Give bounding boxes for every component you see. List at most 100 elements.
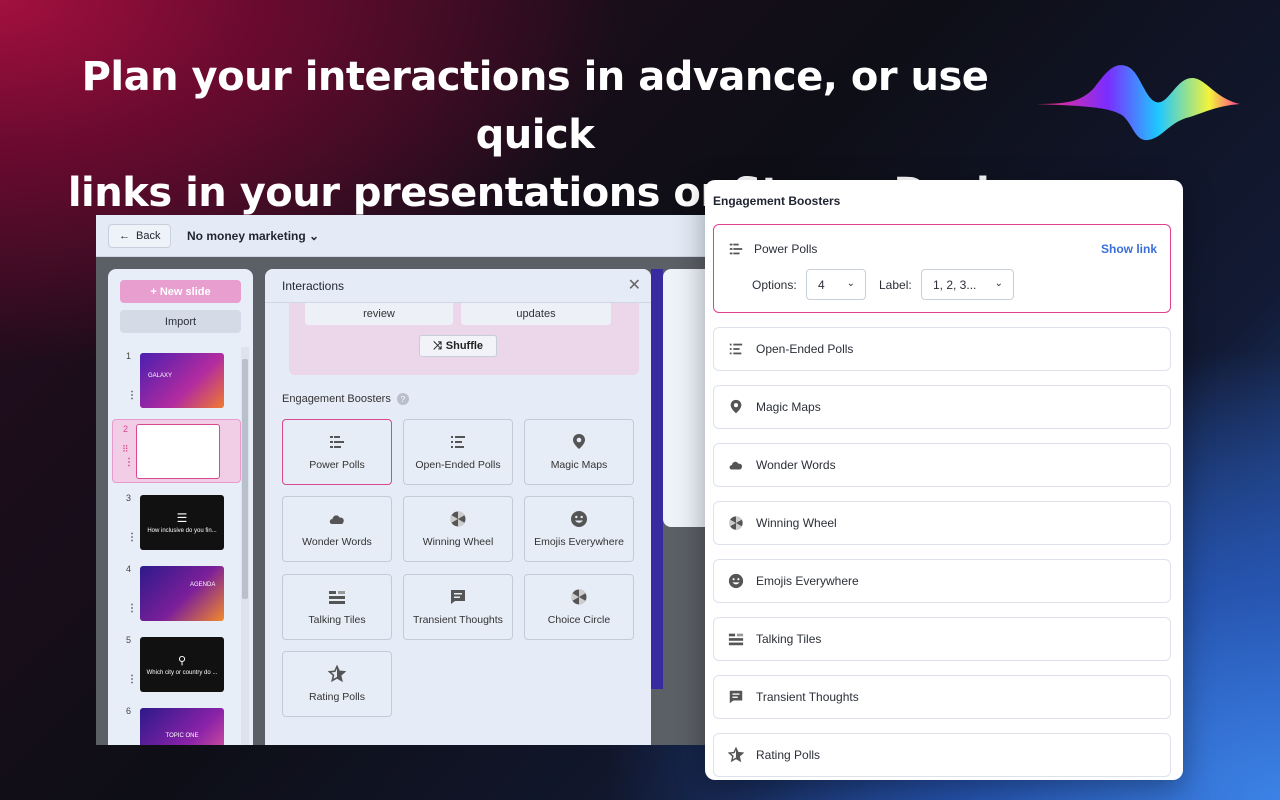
more-vert-icon[interactable]: ⋮ xyxy=(127,391,137,401)
wheel-icon xyxy=(450,511,466,527)
row-power-polls-expanded[interactable]: Power Polls Show link Options: 4 ⌄ Label… xyxy=(713,224,1171,313)
wave-logo-icon xyxy=(1036,65,1240,141)
chevron-down-icon: ⌄ xyxy=(994,278,1003,289)
chevron-down-icon: ⌄ xyxy=(309,229,320,243)
slide-thumbnail[interactable]: TOPIC ONE xyxy=(140,708,224,745)
import-button[interactable]: Import xyxy=(120,310,241,333)
tiles-icon xyxy=(728,633,744,646)
slide-thumbnail[interactable] xyxy=(136,424,220,479)
slide-number: 4 xyxy=(126,564,132,574)
tile-open-ended-polls[interactable]: Open-Ended Polls xyxy=(403,419,513,485)
tile-winning-wheel[interactable]: Winning Wheel xyxy=(403,496,513,562)
slide-thumb-row[interactable]: 3 ☰ How inclusive do you fin... ⋮ xyxy=(108,493,241,553)
tile-label: Wonder Words xyxy=(302,536,372,548)
row-header: Power Polls xyxy=(728,241,817,257)
new-slide-button[interactable]: + New slide xyxy=(120,280,241,303)
slide-thumb-row[interactable]: 5 ⚲ Which city or country do ... ⋮ xyxy=(108,635,241,695)
slide-thumb-row[interactable]: 1 GALAXY ⋮ xyxy=(108,351,241,411)
row-magic-maps[interactable]: Magic Maps xyxy=(713,385,1171,429)
more-vert-icon[interactable]: ⋮ xyxy=(127,675,137,685)
suggestion-chip[interactable]: updates xyxy=(461,303,611,325)
label-select[interactable]: 1, 2, 3... ⌄ xyxy=(921,269,1014,300)
tile-talking-tiles[interactable]: Talking Tiles xyxy=(282,574,392,640)
tile-emojis-everywhere[interactable]: Emojis Everywhere xyxy=(524,496,634,562)
slide-thumbnail[interactable]: ⚲ Which city or country do ... xyxy=(140,637,224,692)
shuffle-button[interactable]: ⤨ Shuffle xyxy=(419,335,497,357)
app-topbar: ← Back No money marketing ⌄ xyxy=(96,215,716,257)
chat-icon xyxy=(451,590,465,604)
tile-label: Talking Tiles xyxy=(308,614,366,626)
row-emojis-everywhere[interactable]: Emojis Everywhere xyxy=(713,559,1171,603)
tile-label: Power Polls xyxy=(309,459,365,471)
tile-wonder-words[interactable]: Wonder Words xyxy=(282,496,392,562)
star-icon xyxy=(728,747,744,763)
row-talking-tiles[interactable]: Talking Tiles xyxy=(713,617,1171,661)
row-transient-thoughts[interactable]: Transient Thoughts xyxy=(713,675,1171,719)
slide-strip-scrollbar[interactable] xyxy=(241,347,249,745)
back-button[interactable]: ← Back xyxy=(108,224,172,248)
arrow-left-icon: ← xyxy=(119,230,130,242)
map-pin-icon: ⚲ xyxy=(177,654,187,667)
options-value: 4 xyxy=(818,277,825,292)
row-label: Power Polls xyxy=(754,242,818,256)
map-pin-icon xyxy=(573,434,585,449)
suggestion-chip[interactable]: review xyxy=(305,303,453,325)
tile-label: Open-Ended Polls xyxy=(415,459,501,471)
more-vert-icon[interactable]: ⋮ xyxy=(127,604,137,614)
slide-thumb-row[interactable]: 6 TOPIC ONE xyxy=(108,706,241,745)
tile-power-polls[interactable]: Power Polls xyxy=(282,419,392,485)
row-label: Magic Maps xyxy=(756,400,821,414)
close-icon[interactable]: ✕ xyxy=(628,275,641,295)
row-label: Emojis Everywhere xyxy=(756,574,859,588)
panel-title: Engagement Boosters xyxy=(713,194,841,208)
cloud-icon xyxy=(329,515,344,524)
smiley-icon xyxy=(571,511,587,527)
scrollbar-thumb[interactable] xyxy=(242,359,248,599)
slide-number: 1 xyxy=(126,351,132,361)
more-vert-icon[interactable]: ⋮ xyxy=(127,533,137,543)
tile-label: Rating Polls xyxy=(308,691,366,703)
tile-magic-maps[interactable]: Magic Maps xyxy=(524,419,634,485)
engagement-boosters-panel: Engagement Boosters Power Polls Show lin… xyxy=(705,180,1183,780)
show-link-button[interactable]: Show link xyxy=(1101,242,1157,256)
slide-thumb-text: GALAXY xyxy=(148,373,173,379)
engagement-boosters-label: Engagement Boosters ? xyxy=(282,393,409,405)
list-icon xyxy=(729,343,743,355)
slide-thumb-row[interactable]: 4 AGENDA ⋮ xyxy=(108,564,241,624)
tile-rating-polls[interactable]: Rating Polls xyxy=(282,651,392,717)
row-label: Rating Polls xyxy=(756,748,821,762)
slide-thumbnail[interactable]: ☰ How inclusive do you fin... xyxy=(140,495,224,550)
more-vert-icon[interactable]: ⋮ xyxy=(124,458,134,468)
tile-choice-circle[interactable]: Choice Circle xyxy=(524,574,634,640)
shuffle-label: Shuffle xyxy=(445,340,484,352)
tile-transient-thoughts[interactable]: Transient Thoughts xyxy=(403,574,513,640)
row-label: Wonder Words xyxy=(756,458,836,472)
drag-handle-icon[interactable]: ⠿ xyxy=(122,444,129,455)
row-open-ended-polls[interactable]: Open-Ended Polls xyxy=(713,327,1171,371)
row-wonder-words[interactable]: Wonder Words xyxy=(713,443,1171,487)
slide-preview-edge xyxy=(651,269,663,689)
slide-thumb-text: TOPIC ONE xyxy=(165,732,199,739)
presentation-title: No money marketing xyxy=(187,229,306,243)
slide-strip: + New slide Import 1 GALAXY ⋮ 2 ⠿ ⋮ 3 ☰ … xyxy=(108,269,253,745)
star-icon xyxy=(328,665,346,683)
options-label: Options: xyxy=(752,278,797,292)
slide-thumbnail[interactable]: GALAXY xyxy=(140,353,224,408)
options-select[interactable]: 4 ⌄ xyxy=(806,269,866,300)
tile-label: Transient Thoughts xyxy=(413,614,503,626)
row-rating-polls[interactable]: Rating Polls xyxy=(713,733,1171,777)
wheel-icon xyxy=(729,516,743,530)
chat-icon xyxy=(729,690,743,704)
slide-thumbnail[interactable]: AGENDA xyxy=(140,566,224,621)
row-label: Transient Thoughts xyxy=(756,690,859,704)
slide-thumb-row-selected[interactable]: 2 ⠿ ⋮ xyxy=(112,419,241,483)
presentation-title-dropdown[interactable]: No money marketing ⌄ xyxy=(187,229,319,243)
app-window: ← Back No money marketing ⌄ + New slide … xyxy=(96,215,716,745)
row-label: Talking Tiles xyxy=(756,632,822,646)
poll-icon: ☰ xyxy=(176,511,188,525)
slide-number: 6 xyxy=(126,706,132,716)
help-icon[interactable]: ? xyxy=(396,393,409,405)
row-winning-wheel[interactable]: Winning Wheel xyxy=(713,501,1171,545)
slide-thumb-text: Which city or country do ... xyxy=(146,669,218,676)
section-label: Engagement Boosters xyxy=(282,393,391,405)
